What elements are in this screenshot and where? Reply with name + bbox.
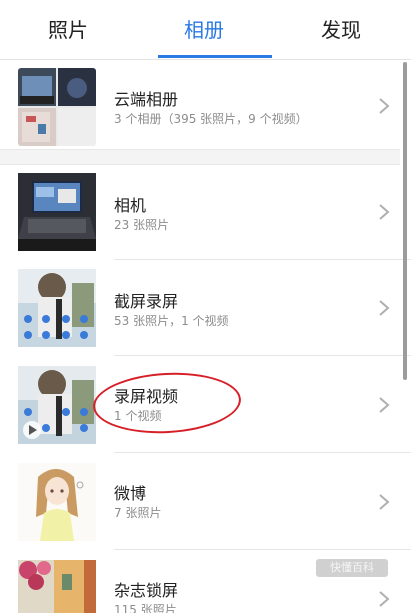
- album-subtitle-camera: 23 张照片: [114, 218, 170, 232]
- anime-girl-thumbnail: [18, 463, 96, 541]
- album-title-camera: 相机: [114, 196, 147, 215]
- tab-discover[interactable]: 发现: [321, 16, 361, 44]
- album-row-screenshots[interactable]: 截屏录屏 53 张照片，1 个视频: [0, 260, 400, 356]
- screen-recording-thumbnail: [18, 366, 96, 444]
- album-tab-bar: 照片 相册 发现: [0, 0, 411, 59]
- chevron-right-icon: [379, 591, 390, 607]
- cloud-collage-thumbnail: [18, 68, 96, 146]
- watermark-logo: 快懂百科: [316, 559, 388, 577]
- chevron-right-icon: [379, 204, 390, 220]
- tab-photos[interactable]: 照片: [48, 16, 88, 44]
- album-title-cloud: 云端相册: [114, 90, 179, 109]
- flowers-street-thumbnail: [18, 560, 96, 613]
- album-title-magazine-lockscreen: 杂志锁屏: [114, 581, 179, 600]
- album-row-cloud[interactable]: 云端相册 3 个相册（395 张照片，9 个视频）: [0, 60, 400, 149]
- tab-albums[interactable]: 相册: [184, 16, 224, 44]
- chevron-right-icon: [379, 300, 390, 316]
- album-subtitle-weibo: 7 张照片: [114, 506, 162, 520]
- chevron-right-icon: [379, 494, 390, 510]
- vertical-scrollbar[interactable]: [403, 62, 407, 380]
- album-title-screenshots: 截屏录屏: [114, 292, 179, 311]
- screenshot-illustration-thumbnail: [18, 269, 96, 347]
- album-subtitle-cloud: 3 个相册（395 张照片，9 个视频）: [114, 112, 308, 126]
- laptop-photo-thumbnail: [18, 173, 96, 251]
- album-title-weibo: 微博: [114, 484, 147, 503]
- album-subtitle-screenshots: 53 张照片，1 个视频: [114, 314, 229, 328]
- album-row-camera[interactable]: 相机 23 张照片: [0, 164, 400, 260]
- album-row-weibo[interactable]: 微博 7 张照片: [0, 453, 400, 550]
- section-separator: [0, 149, 400, 165]
- active-tab-indicator: [158, 55, 272, 58]
- chevron-right-icon: [379, 98, 390, 114]
- album-subtitle-magazine-lockscreen: 115 张照片: [114, 603, 177, 613]
- chevron-right-icon: [379, 397, 390, 413]
